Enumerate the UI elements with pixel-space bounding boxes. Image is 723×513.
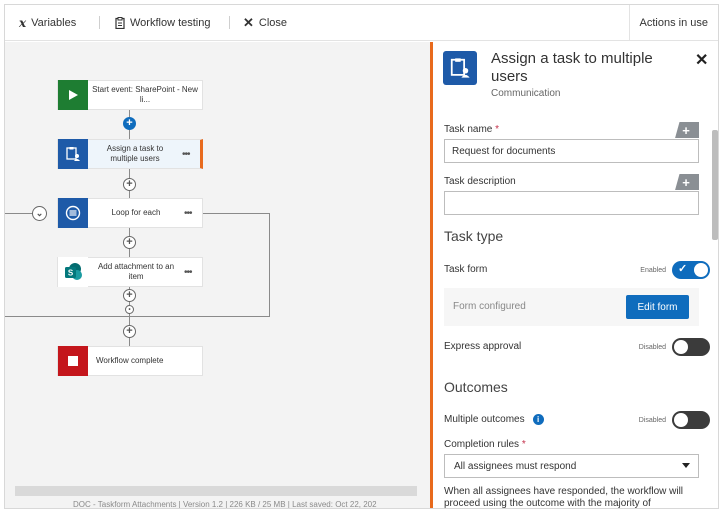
add-step-button[interactable]: + [123, 289, 136, 302]
task-form-state: Enabled [640, 266, 666, 274]
loop-icon [58, 198, 88, 228]
loop-end-marker-icon: • [125, 305, 134, 314]
express-approval-state: Disabled [638, 343, 666, 351]
express-approval-toggle[interactable] [672, 338, 710, 356]
assign-task-node[interactable]: Assign a task to multiple users ••• [57, 139, 203, 169]
task-form-toggle[interactable]: ✓ [672, 261, 710, 279]
toolbar-divider [229, 16, 230, 29]
variables-icon: x [19, 16, 27, 30]
loop-connector-right [203, 213, 269, 214]
task-assign-icon [58, 139, 88, 169]
start-event-node[interactable]: Start event: SharePoint - New li... [57, 80, 203, 110]
play-icon [58, 80, 88, 110]
workflow-testing-label: Workflow testing [130, 17, 211, 29]
task-form-label: Task form [444, 264, 488, 275]
close-panel-icon[interactable]: ✕ [695, 50, 708, 70]
multiple-outcomes-toggle[interactable] [672, 411, 710, 429]
app-frame: x Variables Workflow testing ✕ Close Act… [4, 4, 719, 509]
edit-form-button[interactable]: Edit form [626, 295, 689, 319]
close-label: Close [258, 17, 288, 29]
close-icon: ✕ [243, 15, 254, 30]
task-name-label: Task name * [444, 124, 500, 135]
loop-connector-bottom [5, 316, 270, 317]
add-step-button[interactable]: + [123, 236, 136, 249]
multiple-outcomes-toggle-group: Disabled [639, 411, 710, 429]
insert-variable-button[interactable]: + [675, 122, 699, 138]
task-form-toggle-group: Enabled ✓ [640, 261, 710, 279]
toolbar-divider [99, 16, 100, 29]
express-approval-toggle-group: Disabled [639, 338, 710, 356]
vertical-scrollbar[interactable] [712, 130, 718, 240]
actions-in-use-button[interactable]: Actions in use [628, 5, 718, 41]
multiple-outcomes-label: Multiple outcomes i [444, 414, 544, 425]
form-status-text: Form configured [453, 301, 526, 312]
add-step-button[interactable]: + [123, 117, 136, 130]
task-type-heading: Task type [444, 228, 504, 244]
dropdown-caret-icon [682, 463, 690, 468]
completion-rules-value: All assignees must respond [454, 461, 577, 472]
horizontal-scrollbar[interactable] [15, 486, 417, 496]
loop-for-each-node[interactable]: Loop for each ••• [57, 198, 203, 228]
express-approval-label: Express approval [444, 341, 522, 352]
node-menu-icon[interactable]: ••• [182, 149, 200, 160]
node-menu-icon[interactable]: ••• [184, 208, 202, 219]
workflow-complete-node[interactable]: Workflow complete [57, 346, 203, 376]
workflow-status-line: DOC - Taskform Attachments | Version 1.2… [73, 500, 377, 509]
completion-rules-label: Completion rules * [444, 439, 526, 450]
task-description-input[interactable] [444, 191, 699, 215]
outcomes-heading: Outcomes [444, 379, 508, 395]
chevron-down-icon[interactable]: ⌄ [32, 206, 47, 221]
task-name-input[interactable]: Request for documents [444, 139, 699, 163]
sharepoint-icon: S [58, 257, 88, 287]
add-step-button[interactable]: + [123, 178, 136, 191]
form-configured-box: Form configured Edit form [444, 288, 699, 326]
variables-button[interactable]: x Variables [19, 15, 76, 31]
actions-in-use-label: Actions in use [639, 17, 708, 29]
action-config-panel: Assign a task to multiple users Communic… [430, 42, 718, 509]
completion-rules-note: When all assignees have responded, the w… [444, 486, 684, 509]
insert-variable-button[interactable]: + [675, 174, 699, 190]
stop-icon [58, 346, 88, 376]
panel-title: Assign a task to multiple users [491, 50, 653, 85]
svg-text:S: S [68, 269, 74, 278]
add-step-button[interactable]: + [123, 325, 136, 338]
task-description-label: Task description [444, 176, 516, 187]
task-assign-icon [443, 51, 477, 85]
close-button[interactable]: ✕ Close [243, 15, 287, 31]
node-menu-icon[interactable]: ••• [184, 267, 202, 278]
completion-rules-select[interactable]: All assignees must respond [444, 454, 699, 478]
info-icon[interactable]: i [532, 414, 544, 425]
panel-subtitle: Communication [491, 88, 561, 99]
loop-connector-return [269, 213, 270, 316]
check-icon: ✓ [678, 263, 688, 275]
workflow-canvas[interactable]: Start event: SharePoint - New li... + As… [5, 42, 430, 509]
loop-connector-left [5, 213, 33, 214]
multiple-outcomes-state: Disabled [638, 416, 666, 424]
variables-label: Variables [31, 17, 77, 29]
workflow-testing-button[interactable]: Workflow testing [115, 15, 211, 31]
add-attachment-node[interactable]: S Add attachment to an item ••• [57, 257, 203, 287]
clipboard-icon [115, 17, 125, 29]
top-toolbar: x Variables Workflow testing ✕ Close Act… [5, 5, 718, 41]
